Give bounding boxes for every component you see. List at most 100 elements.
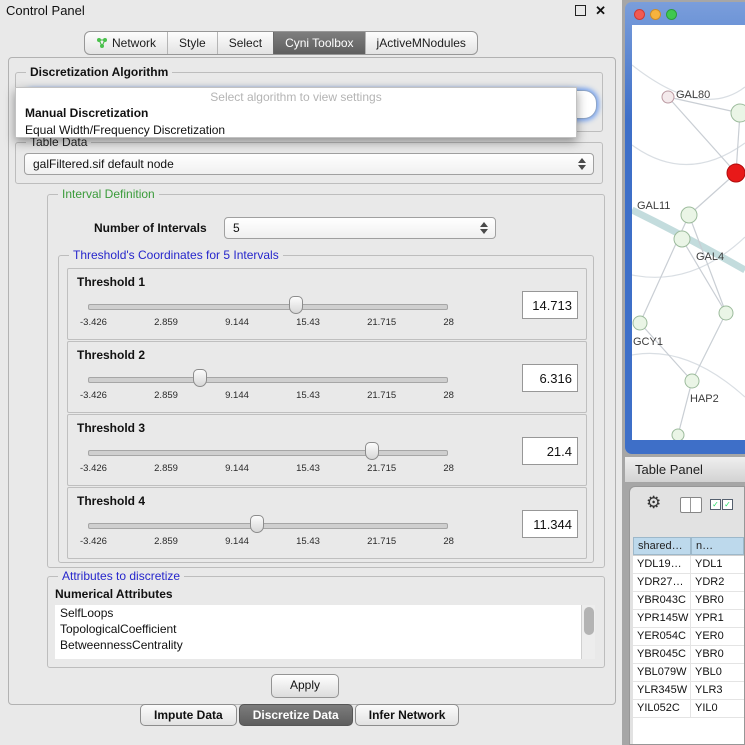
list-item-topologicalcoefficient[interactable]: TopologicalCoefficient [55, 621, 595, 637]
threshold-4-slider[interactable]: -3.426 2.859 9.144 15.43 21.715 28 [88, 514, 448, 550]
numerical-attributes-list[interactable]: SelfLoops TopologicalCoefficient Between… [55, 605, 595, 659]
tab-discretize-data[interactable]: Discretize Data [239, 704, 353, 726]
checkbox-icon[interactable]: ✓ [710, 499, 721, 510]
tab-impute-data[interactable]: Impute Data [140, 704, 237, 726]
dropdown-option-manual-discretization[interactable]: Manual Discretization [16, 106, 576, 121]
combo-stepper-icon[interactable] [480, 221, 490, 235]
table-data-combobox[interactable]: galFiltered.sif default node [24, 153, 594, 175]
interval-definition-group: Interval Definition Number of Intervals … [47, 194, 605, 568]
tab-select[interactable]: Select [217, 32, 273, 54]
slider-track[interactable] [88, 304, 448, 310]
tick-label: -3.426 [80, 536, 107, 547]
table-row[interactable]: YDR27… YDR2 [633, 574, 744, 592]
node-label-gal11[interactable]: GAL11 [637, 200, 670, 212]
table-row[interactable]: YBR043C YBR0 [633, 592, 744, 610]
tab-network[interactable]: Network [85, 32, 167, 54]
cell: YER0 [691, 628, 744, 645]
list-scrollbar[interactable] [581, 605, 595, 659]
cell: YDL19… [633, 556, 691, 573]
dropdown-option-equal-width[interactable]: Equal Width/Frequency Discretization [16, 123, 576, 138]
tick-label: -3.426 [80, 317, 107, 328]
slider-tick-labels: -3.426 2.859 9.144 15.43 21.715 28 [80, 390, 454, 401]
table-row[interactable]: YPR145W YPR1 [633, 610, 744, 628]
tick-label: 21.715 [367, 536, 396, 547]
slider-thumb[interactable] [193, 369, 207, 387]
slider-thumb[interactable] [289, 296, 303, 314]
tab-cyni-toolbox[interactable]: Cyni Toolbox [273, 32, 364, 54]
tick-label: 15.43 [296, 463, 320, 474]
zoom-icon[interactable] [666, 9, 677, 20]
cell: YPR1 [691, 610, 744, 627]
node-label-gal80[interactable]: GAL80 [676, 89, 710, 101]
column-header-name[interactable]: n… [691, 537, 744, 555]
threshold-3-value-field[interactable]: 21.4 [522, 437, 578, 465]
columns-icon[interactable] [680, 497, 702, 513]
table-data-group: Table Data galFiltered.sif default node [15, 142, 603, 184]
checkbox-icon[interactable]: ✓ [722, 499, 733, 510]
number-of-intervals-combobox[interactable]: 5 [224, 217, 496, 239]
table-panel-titlebar: Table Panel [625, 457, 745, 483]
node-label-hap2[interactable]: HAP2 [690, 393, 719, 405]
list-item-betweennesscentrality[interactable]: BetweennessCentrality [55, 637, 595, 653]
node-label-gal4[interactable]: GAL4 [696, 251, 724, 263]
table-row[interactable]: YDL19… YDL1 [633, 556, 744, 574]
slider-thumb[interactable] [365, 442, 379, 460]
tab-jactivemnodules[interactable]: jActiveMNodules [365, 32, 477, 54]
apply-button[interactable]: Apply [271, 674, 339, 698]
table-panel-title: Table Panel [625, 462, 703, 477]
cell: YDR2 [691, 574, 744, 591]
threshold-4-label: Threshold 4 [77, 494, 145, 508]
network-graph [632, 25, 745, 440]
tab-infer-network[interactable]: Infer Network [355, 704, 460, 726]
threshold-3-label: Threshold 3 [77, 421, 145, 435]
tick-label: 28 [443, 463, 454, 474]
slider-track[interactable] [88, 377, 448, 383]
cell: YER054C [633, 628, 691, 645]
cell: YLR345W [633, 682, 691, 699]
table-row[interactable]: YIL052C YIL0 [633, 700, 744, 718]
tab-network-label: Network [112, 33, 156, 53]
tick-label: -3.426 [80, 463, 107, 474]
window-traffic-lights [634, 9, 677, 20]
threshold-3-panel: Threshold 3 21.4 -3.426 2.859 9.144 15.4… [67, 414, 587, 486]
table-row[interactable]: YBR045C YBR0 [633, 646, 744, 664]
tick-label: 2.859 [154, 390, 178, 401]
scrollbar-thumb[interactable] [584, 607, 594, 635]
combo-stepper-icon[interactable] [578, 157, 588, 171]
slider-track[interactable] [88, 523, 448, 529]
threshold-2-slider[interactable]: -3.426 2.859 9.144 15.43 21.715 28 [88, 368, 448, 404]
tick-label: 15.43 [296, 317, 320, 328]
close-icon[interactable] [634, 9, 645, 20]
node-label-gcy1[interactable]: GCY1 [633, 336, 663, 348]
tab-style[interactable]: Style [167, 32, 217, 54]
tick-label: 9.144 [225, 390, 249, 401]
minimize-icon[interactable] [650, 9, 661, 20]
close-window-icon[interactable]: ✕ [595, 4, 606, 17]
threshold-2-panel: Threshold 2 6.316 -3.426 2.859 9.144 15.… [67, 341, 587, 413]
tick-label: 28 [443, 317, 454, 328]
tick-label: 28 [443, 390, 454, 401]
network-canvas[interactable]: GAL80 GAL11 GAL4 GCY1 HAP2 [632, 25, 745, 440]
slider-track[interactable] [88, 450, 448, 456]
threshold-2-label: Threshold 2 [77, 348, 145, 362]
threshold-1-value-field[interactable]: 14.713 [522, 291, 578, 319]
tick-label: 2.859 [154, 463, 178, 474]
threshold-3-slider[interactable]: -3.426 2.859 9.144 15.43 21.715 28 [88, 441, 448, 477]
settings-gear-icon[interactable]: ⚙ [646, 493, 661, 513]
threshold-1-slider[interactable]: -3.426 2.859 9.144 15.43 21.715 28 [88, 295, 448, 331]
table-row[interactable]: YLR345W YLR3 [633, 682, 744, 700]
list-item-selfloops[interactable]: SelfLoops [55, 605, 595, 621]
slider-tick-labels: -3.426 2.859 9.144 15.43 21.715 28 [80, 536, 454, 547]
cell: YIL0 [691, 700, 744, 717]
table-row[interactable]: YER054C YER0 [633, 628, 744, 646]
threshold-2-value-field[interactable]: 6.316 [522, 364, 578, 392]
top-tab-bar: Network Style Select Cyni Toolbox jActiv… [84, 31, 478, 55]
threshold-4-value-field[interactable]: 11.344 [522, 510, 578, 538]
cell: YDL1 [691, 556, 744, 573]
table-row[interactable]: YBL079W YBL0 [633, 664, 744, 682]
column-header-shared-name[interactable]: shared… [633, 537, 691, 555]
float-window-icon[interactable] [575, 5, 586, 16]
slider-thumb[interactable] [250, 515, 264, 533]
algorithm-dropdown-popup: Select algorithm to view settings Manual… [15, 87, 577, 138]
table-data-value: galFiltered.sif default node [33, 154, 174, 174]
